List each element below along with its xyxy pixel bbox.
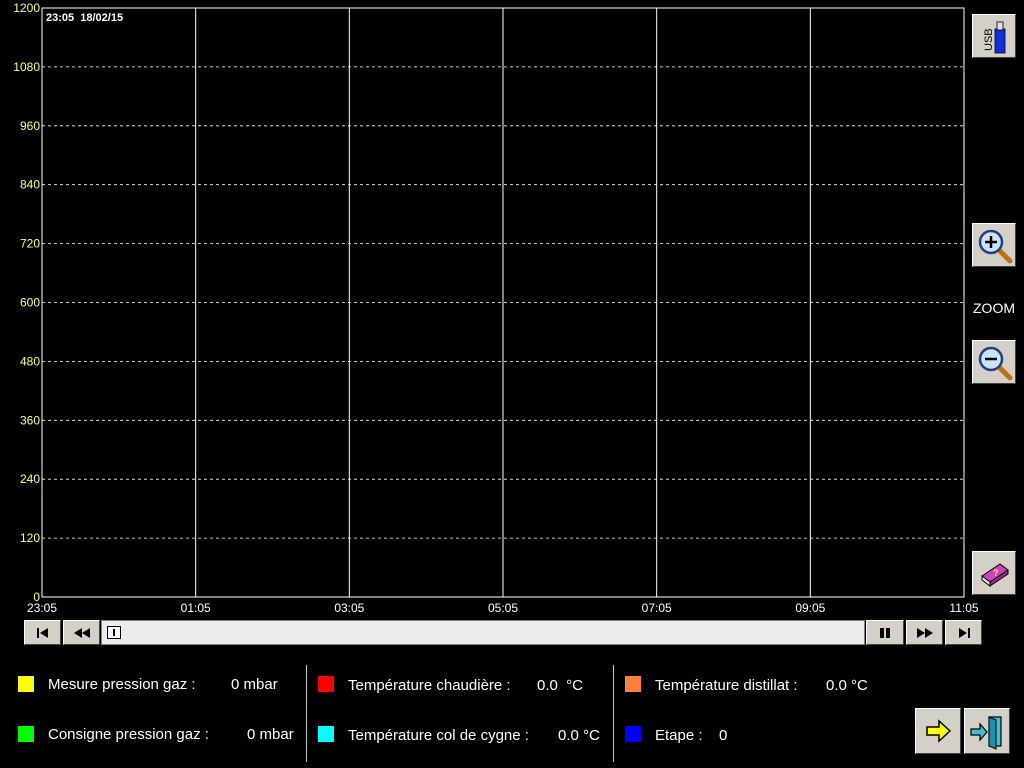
chart-timestamp: 23:05 18/02/15: [46, 12, 123, 24]
legend-label-consigne-pression: Consigne pression gaz :: [48, 726, 209, 743]
x-tick-label: 01:05: [181, 601, 211, 615]
rewind-icon: [73, 627, 90, 638]
go-to-start-button[interactable]: [24, 620, 61, 645]
usb-stick-icon: USB: [983, 21, 1006, 54]
skip-start-icon: [36, 627, 48, 638]
scrollbar-thumb[interactable]: [107, 626, 121, 639]
legend-label-etape: Etape :: [655, 727, 703, 744]
x-tick-label: 03:05: [334, 601, 364, 615]
legend-label-temp-distillat: Température distillat :: [655, 677, 798, 694]
pause-button[interactable]: [866, 620, 904, 645]
x-tick-label: 09:05: [795, 601, 825, 615]
svg-text:?: ?: [993, 568, 999, 578]
y-tick-label: 840: [20, 178, 40, 192]
trend-chart: 120010809608407206004803602401200 23:05 0…: [13, 1, 979, 615]
y-tick-label: 240: [20, 472, 40, 486]
legend-swatch-temp-chaudiere: [318, 676, 334, 692]
next-screen-button[interactable]: [915, 708, 961, 754]
skip-end-icon: [958, 627, 970, 638]
help-book-button[interactable]: ?: [972, 551, 1016, 595]
legend-separator-1: [306, 665, 307, 762]
legend-swatch-temp-distillat: [625, 676, 641, 692]
legend-label-temp-col-cygne: Température col de cygne :: [348, 727, 529, 744]
go-to-end-button[interactable]: [945, 620, 982, 645]
legend-value-etape: 0: [719, 727, 728, 744]
legend-value-temp-distillat: 0.0 °C: [826, 677, 868, 694]
y-tick-label: 360: [20, 413, 40, 427]
y-tick-label: 720: [20, 237, 40, 251]
y-tick-label: 1200: [13, 1, 40, 15]
magnifier-plus-icon: [978, 229, 1013, 264]
legend-value-temp-chaudiere: 0.0 °C: [537, 677, 584, 694]
fast-forward-icon: [916, 627, 933, 638]
y-tick-label: 480: [20, 354, 40, 368]
arrow-right-icon: [926, 719, 952, 743]
exit-door-icon: [970, 716, 1002, 750]
y-tick-label: 1080: [13, 60, 40, 74]
legend-label-mesure-pression: Mesure pression gaz :: [48, 676, 196, 693]
zoom-out-button[interactable]: [972, 340, 1016, 384]
legend-swatch-consigne-pression: [18, 726, 34, 742]
zoom-label: ZOOM: [973, 300, 1015, 316]
exit-button[interactable]: [964, 708, 1010, 754]
help-book-icon: ?: [981, 563, 1009, 587]
x-tick-label: 07:05: [642, 601, 672, 615]
legend-label-temp-chaudiere: Température chaudière :: [348, 677, 511, 694]
y-axis-labels: 120010809608407206004803602401200: [13, 1, 40, 604]
legend-swatch-temp-col-cygne: [318, 726, 334, 742]
legend-value-consigne-pression: 0 mbar: [247, 726, 294, 743]
legend-value-temp-col-cygne: 0.0 °C: [558, 727, 600, 744]
fast-forward-button[interactable]: [906, 620, 943, 645]
magnifier-minus-icon: [978, 346, 1013, 381]
y-tick-label: 960: [20, 119, 40, 133]
usb-export-button[interactable]: USB: [972, 14, 1016, 58]
time-scrollbar[interactable]: [101, 620, 865, 645]
y-tick-label: 120: [20, 531, 40, 545]
x-tick-label: 23:05: [27, 601, 57, 615]
y-tick-label: 600: [20, 296, 40, 310]
legend-separator-2: [613, 665, 614, 762]
zoom-in-button[interactable]: [972, 223, 1016, 267]
x-axis-labels: 23:05 01:05 03:05 05:05 07:05 09:05 11:05: [27, 601, 979, 615]
legend-swatch-etape: [625, 726, 641, 742]
x-tick-label: 11:05: [949, 601, 978, 615]
svg-text:USB: USB: [983, 28, 995, 51]
legend-value-mesure-pression: 0 mbar: [231, 676, 278, 693]
x-tick-label: 05:05: [488, 601, 518, 615]
legend-swatch-mesure-pression: [18, 676, 34, 692]
rewind-button[interactable]: [63, 620, 100, 645]
pause-icon: [880, 627, 890, 638]
